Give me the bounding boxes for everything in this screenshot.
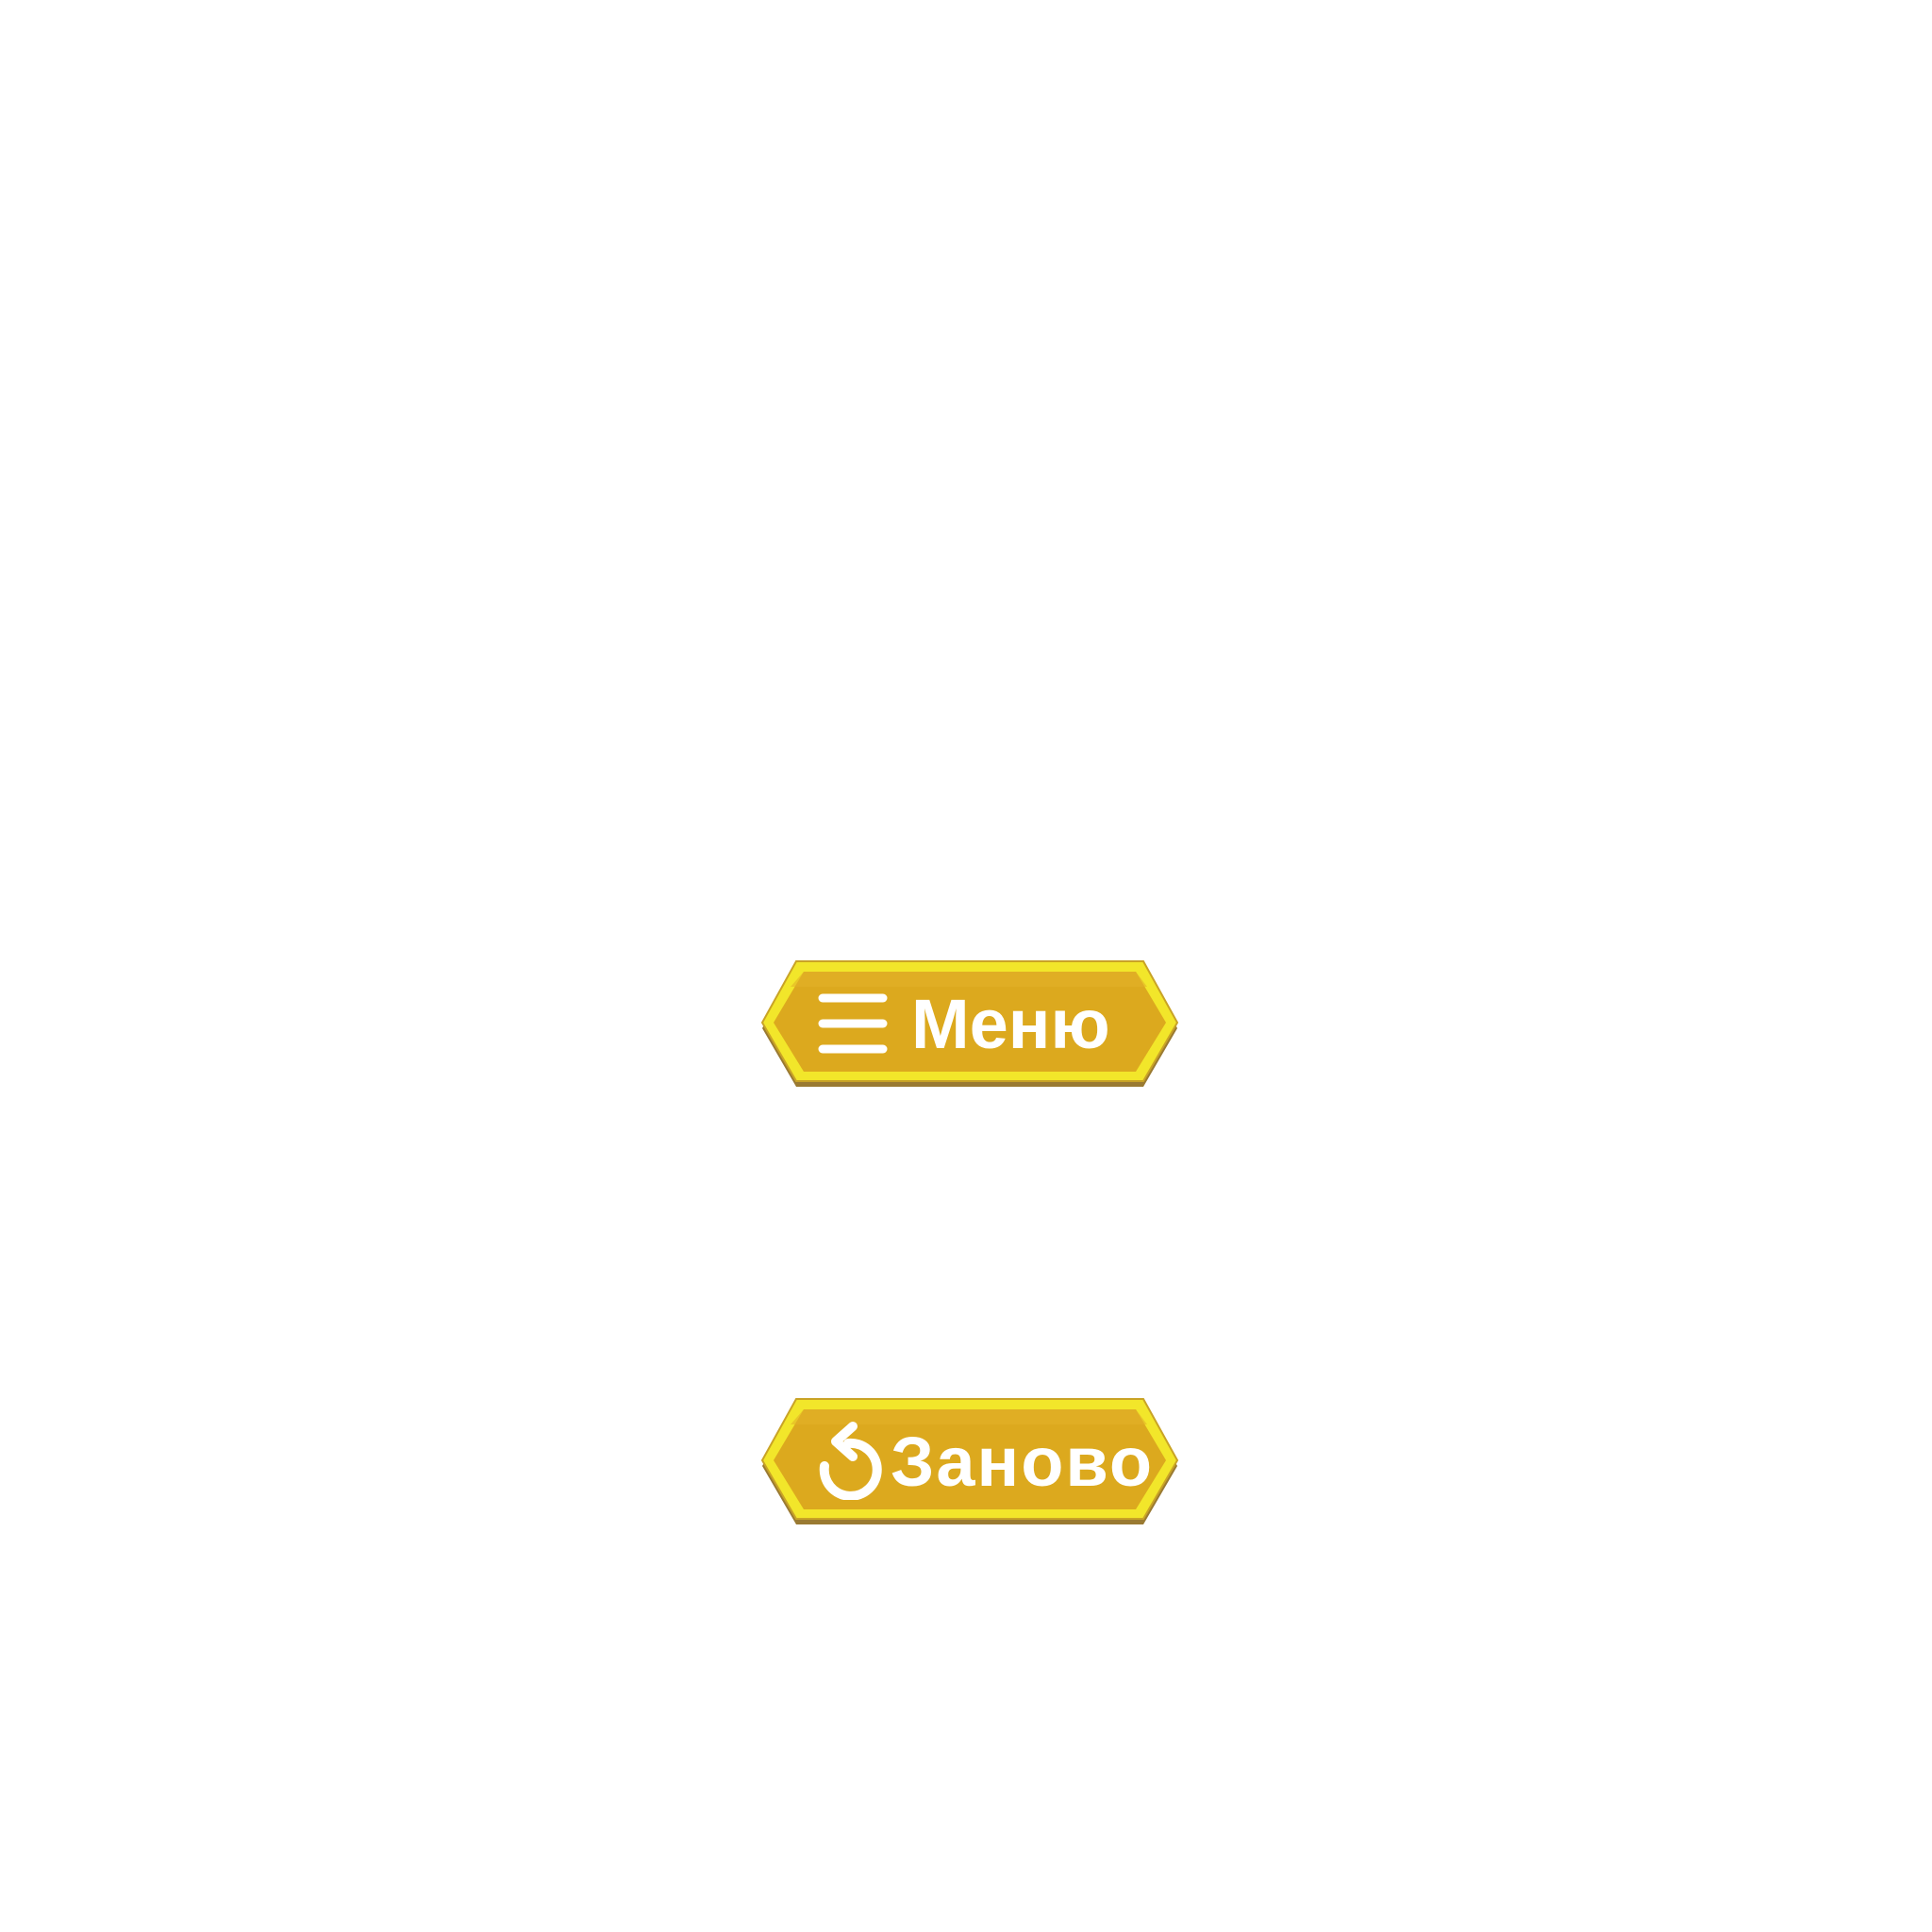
restart-button-label: Заново [891, 1423, 1155, 1501]
game-screen: Меню Заново [0, 0, 1932, 1932]
hamburger-menu-icon [818, 993, 888, 1054]
restart-icon [819, 1422, 882, 1500]
menu-button-label: Меню [911, 985, 1110, 1063]
menu-button[interactable]: Меню [760, 960, 1183, 1091]
restart-button[interactable]: Заново [760, 1398, 1183, 1528]
